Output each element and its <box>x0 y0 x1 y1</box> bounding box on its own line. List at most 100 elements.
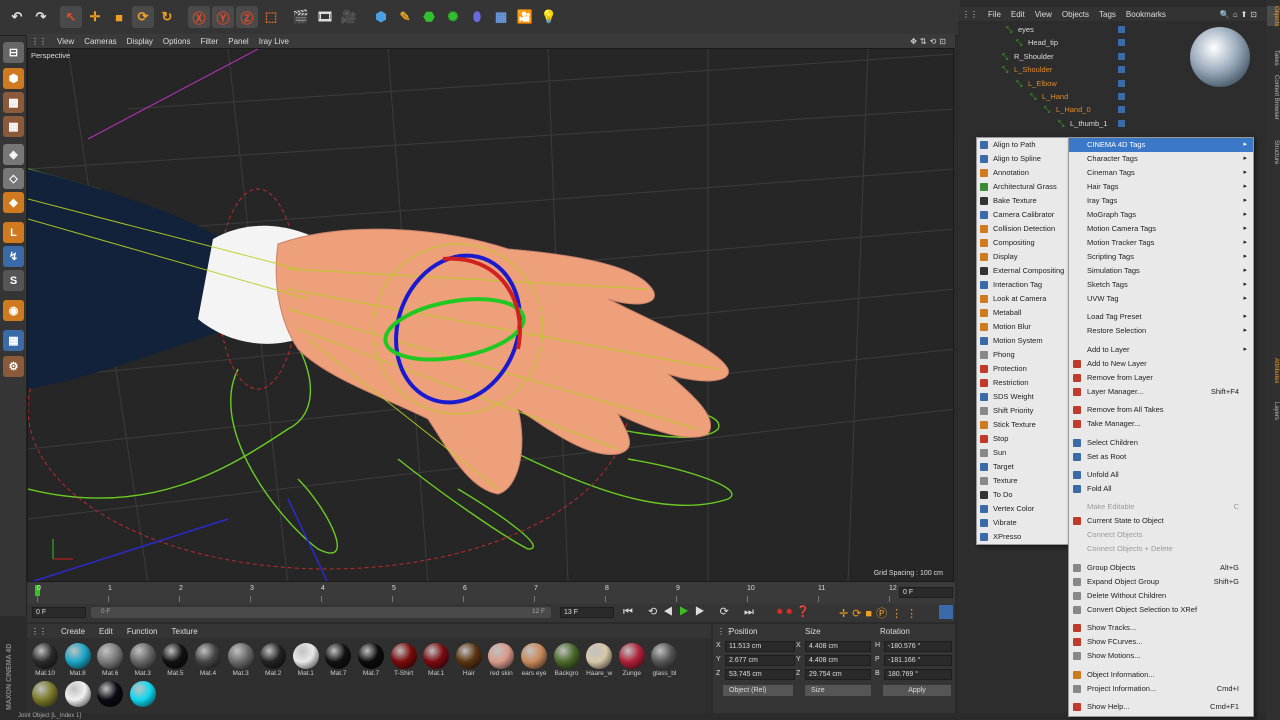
axis-mode-icon[interactable]: L <box>3 222 24 243</box>
rotate-tool-icon[interactable]: ⟳ <box>132 6 154 28</box>
material-swatch[interactable]: red skin <box>485 641 517 681</box>
visibility-dot-icon[interactable] <box>1118 66 1125 74</box>
context-menu-item[interactable]: Motion Camera Tags ▸ <box>1069 222 1253 236</box>
position-field[interactable]: 11.513 cm <box>725 641 795 652</box>
texture-mode-icon[interactable]: ▩ <box>3 92 24 113</box>
context-menu-item[interactable]: Show FCurves... <box>1069 635 1253 649</box>
timeline-menu-icon[interactable] <box>939 605 953 619</box>
object-row[interactable]: ⤡ L_Shoulder <box>958 63 1188 76</box>
coord-system-icon[interactable]: ⬚ <box>260 6 282 28</box>
submenu-item[interactable]: XPresso <box>977 530 1070 544</box>
make-editable-icon[interactable]: ⊟ <box>3 42 24 63</box>
context-menu-item[interactable]: Scripting Tags ▸ <box>1069 250 1253 264</box>
material-swatch[interactable]: Mat.7 <box>322 641 354 681</box>
viewport-menu-iray-live[interactable]: Iray Live <box>259 37 289 46</box>
range-slider[interactable]: 0 F 12 F <box>91 607 551 618</box>
material-menu-texture[interactable]: Texture <box>172 627 198 636</box>
submenu-item[interactable]: Vertex Color <box>977 502 1070 516</box>
tab-content-browser[interactable]: Content Browser <box>1267 75 1279 120</box>
submenu-item[interactable]: Align to Path <box>977 138 1070 152</box>
context-menu-item[interactable]: Expand Object Group Shift+G <box>1069 575 1253 589</box>
recent-tool-icon[interactable]: ↻ <box>156 6 178 28</box>
context-menu-item[interactable]: MoGraph Tags ▸ <box>1069 208 1253 222</box>
visibility-dot-icon[interactable] <box>1118 52 1125 60</box>
objmgr-menu-tags[interactable]: Tags <box>1099 10 1116 19</box>
objmgr-menu-view[interactable]: View <box>1035 10 1052 19</box>
submenu-item[interactable]: To Do <box>977 488 1070 502</box>
position-field[interactable]: 53.745 cm <box>725 669 795 680</box>
polygons-mode-icon[interactable]: ◆ <box>3 192 24 213</box>
points-mode-icon[interactable]: ◈ <box>3 144 24 165</box>
material-swatch[interactable]: Hair <box>453 641 485 681</box>
material-swatch[interactable]: Mat.3 <box>127 641 159 681</box>
tab-takes[interactable]: Takes <box>1267 50 1279 66</box>
submenu-item[interactable]: Compositing <box>977 236 1070 250</box>
context-menu-item[interactable]: Sketch Tags ▸ <box>1069 278 1253 292</box>
record-buttons[interactable]: ⏺⏺❓ <box>777 605 814 619</box>
cloner-icon[interactable]: ✺ <box>442 6 464 28</box>
context-menu-item[interactable]: Take Manager... <box>1069 417 1253 431</box>
object-row[interactable]: ⤡ L_Hand_0 <box>958 103 1188 116</box>
context-menu-item[interactable]: Object Information... <box>1069 668 1253 682</box>
viewport-menu-display[interactable]: Display <box>127 37 153 46</box>
material-swatch[interactable]: T-Shirt <box>388 641 420 681</box>
context-menu-item[interactable]: Cineman Tags ▸ <box>1069 166 1253 180</box>
y-axis-icon[interactable]: Ⓨ <box>212 6 234 28</box>
rotation-field[interactable]: -180.576 ° <box>884 641 952 652</box>
material-menu-edit[interactable]: Edit <box>99 627 113 636</box>
material-swatch[interactable]: glass_bl <box>648 641 680 681</box>
material-swatch[interactable]: Mat.6 <box>94 641 126 681</box>
context-menu-item[interactable]: Add to New Layer <box>1069 357 1253 371</box>
object-row[interactable]: ⤡ L_Elbow <box>958 77 1188 90</box>
objmgr-menu-file[interactable]: File <box>988 10 1001 19</box>
object-row[interactable]: ⤡ Head_tip <box>958 36 1188 49</box>
viewport-nav-icons[interactable]: ✥⇅⟲⊡ <box>910 37 949 46</box>
context-menu-item[interactable]: Remove from Layer <box>1069 371 1253 385</box>
submenu-item[interactable]: Target <box>977 460 1070 474</box>
objmgr-menu-edit[interactable]: Edit <box>1011 10 1025 19</box>
redo-icon[interactable]: ↷ <box>30 6 52 28</box>
render-settings-icon[interactable]: 🎥 <box>338 6 360 28</box>
material-swatch[interactable]: ears eye <box>518 641 550 681</box>
lock-workplane-icon[interactable]: ⚙ <box>3 356 24 377</box>
quick-shading-icon[interactable]: ◉ <box>3 300 24 321</box>
material-swatch[interactable]: Mat.1 <box>290 641 322 681</box>
model-mode-icon[interactable]: ⬢ <box>3 68 24 89</box>
context-menu-item[interactable]: Layer Manager... Shift+F4 <box>1069 385 1253 399</box>
submenu-item[interactable]: Stick Texture <box>977 418 1070 432</box>
cube-icon[interactable]: ⬢ <box>370 6 392 28</box>
submenu-item[interactable]: Architectural Grass <box>977 180 1070 194</box>
context-menu-item[interactable]: Delete Without Children <box>1069 589 1253 603</box>
submenu-item[interactable]: Bake Texture <box>977 194 1070 208</box>
submenu-item[interactable]: Display <box>977 250 1070 264</box>
context-menu-item[interactable]: Group Objects Alt+G <box>1069 561 1253 575</box>
objmgr-toolbar-icons[interactable]: 🔍⌂⬆⊡ <box>1220 10 1260 19</box>
size-mode-select[interactable]: Size <box>805 685 871 696</box>
context-menu-item[interactable]: Select Children <box>1069 436 1253 450</box>
visibility-dot-icon[interactable] <box>1118 119 1125 127</box>
visibility-dot-icon[interactable] <box>1118 79 1125 87</box>
context-menu-item[interactable]: Character Tags ▸ <box>1069 152 1253 166</box>
material-swatch[interactable]: Mat.5 <box>159 641 191 681</box>
position-field[interactable]: 2.677 cm <box>725 655 795 666</box>
material-swatch[interactable]: Mat.4 <box>192 641 224 681</box>
rotation-field[interactable]: 180.769 ° <box>884 669 952 680</box>
z-axis-icon[interactable]: Ⓩ <box>236 6 258 28</box>
submenu-item[interactable]: Vibrate <box>977 516 1070 530</box>
size-field[interactable]: 29.754 cm <box>805 669 871 680</box>
render-picture-icon[interactable]: 🎞 <box>314 6 336 28</box>
playback-buttons[interactable]: ⏮ ⟲◀▶▶ ⟳ ⏭ <box>623 605 760 619</box>
submenu-item[interactable]: Protection <box>977 362 1070 376</box>
timeline[interactable]: 0 1 2 3 4 5 6 7 8 9 10 11 12 0 F <box>27 582 955 604</box>
tab-objects[interactable]: Objects <box>1267 6 1279 27</box>
rotation-field[interactable]: -181.166 ° <box>884 655 952 666</box>
subdivision-icon[interactable]: ⬣ <box>418 6 440 28</box>
object-row[interactable]: ⤡ eyes <box>958 23 1188 36</box>
context-menu-item[interactable]: Set as Root <box>1069 450 1253 464</box>
submenu-item[interactable]: Motion System <box>977 334 1070 348</box>
visibility-dot-icon[interactable] <box>1118 93 1125 100</box>
context-menu-item[interactable]: UVW Tag ▸ <box>1069 292 1253 306</box>
context-menu-item[interactable]: Restore Selection ▸ <box>1069 324 1253 338</box>
perspective-viewport[interactable]: Perspective Grid Spacing : 100 cm <box>27 48 954 582</box>
submenu-item[interactable]: Texture <box>977 474 1070 488</box>
